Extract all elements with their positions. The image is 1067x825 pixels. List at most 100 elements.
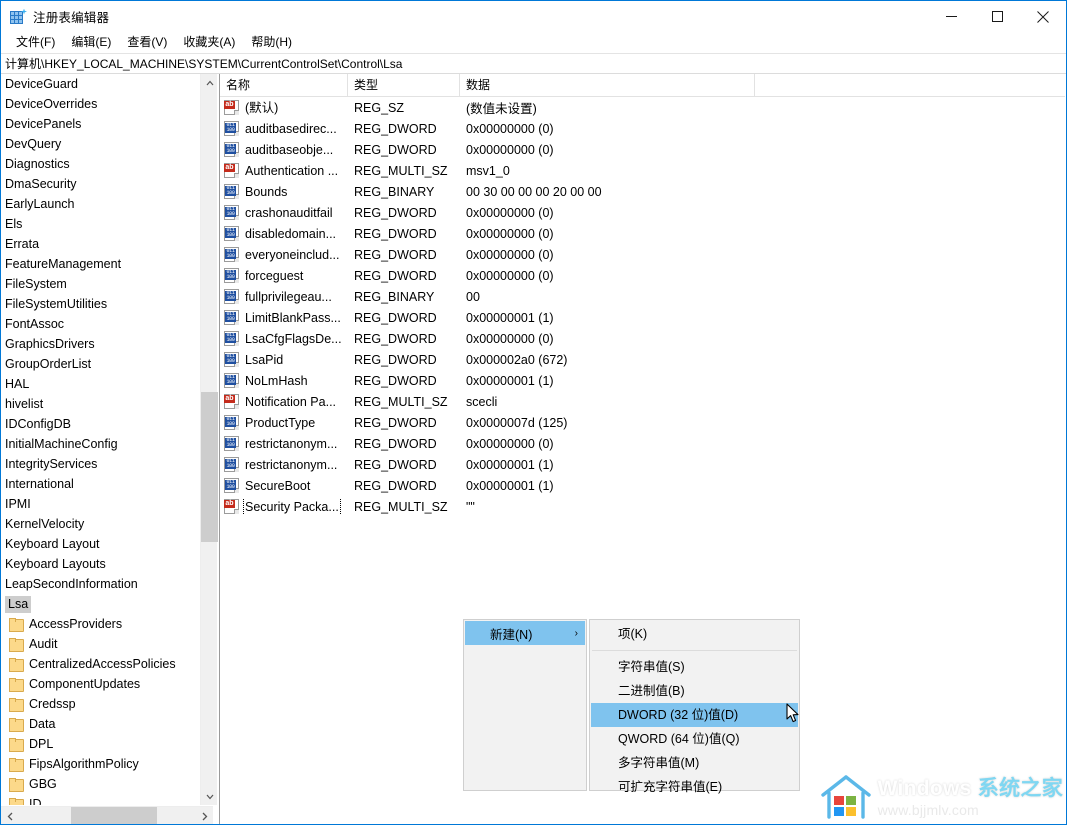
tree-item[interactable]: FeatureManagement <box>1 254 196 274</box>
tree-item[interactable]: Keyboard Layouts <box>1 554 196 574</box>
registry-value-row[interactable]: 011 100 crashonauditfail REG_DWORD 0x0000000… <box>220 202 1065 223</box>
tree-item-label: hivelist <box>5 396 44 411</box>
tree-item[interactable]: DevQuery <box>1 134 196 154</box>
value-type-cell: REG_DWORD <box>354 415 437 430</box>
registry-value-row[interactable]: 011 100 disabledomain... REG_DWORD 0x0000000… <box>220 223 1065 244</box>
context-submenu-item[interactable]: 可扩充字符串值(E) <box>591 775 798 799</box>
tree-item[interactable]: IDConfigDB <box>1 414 196 434</box>
scroll-up-icon[interactable] <box>201 74 218 91</box>
tree-item[interactable]: Lsa <box>1 594 196 614</box>
registry-value-row[interactable]: 011 100 auditbasedirec... REG_DWORD 0x000000… <box>220 118 1065 139</box>
tree-item[interactable]: KernelVelocity <box>1 514 196 534</box>
registry-value-row[interactable]: 011 100 ProductType REG_DWORD 0x0000007d (12… <box>220 412 1065 433</box>
registry-value-row[interactable]: 011 100 Bounds REG_BINARY 00 30 00 00 00 20 … <box>220 181 1065 202</box>
registry-value-row[interactable]: 011 100 LsaPid REG_DWORD 0x000002a0 (672) <box>220 349 1065 370</box>
tree-item[interactable]: Keyboard Layout <box>1 534 196 554</box>
tree-item[interactable]: Credssp <box>1 694 196 714</box>
registry-value-row[interactable]: ab Authentication ... REG_MULTI_SZ msv1_0 <box>220 160 1065 181</box>
tree-item[interactable]: HAL <box>1 374 196 394</box>
tree-item[interactable]: DmaSecurity <box>1 174 196 194</box>
menu-file[interactable]: 文件(F) <box>8 33 63 52</box>
registry-value-row[interactable]: 011 100 restrictanonym... REG_DWORD 0x000000… <box>220 454 1065 475</box>
tree-item[interactable]: DeviceGuard <box>1 74 196 94</box>
tree-item[interactable]: DevicePanels <box>1 114 196 134</box>
registry-value-row[interactable]: 011 100 LsaCfgFlagsDe... REG_DWORD 0x0000000… <box>220 328 1065 349</box>
registry-value-row[interactable]: 011 100 NoLmHash REG_DWORD 0x00000001 (1) <box>220 370 1065 391</box>
registry-value-row[interactable]: ab (默认) REG_SZ (数值未设置) <box>220 97 1065 118</box>
tree-item[interactable]: DeviceOverrides <box>1 94 196 114</box>
tree-item-label: FeatureManagement <box>5 256 122 271</box>
address-bar[interactable]: 计算机\HKEY_LOCAL_MACHINE\SYSTEM\CurrentCon… <box>1 53 1066 74</box>
context-submenu-item[interactable]: 多字符串值(M) <box>591 751 798 775</box>
tree-item[interactable]: InitialMachineConfig <box>1 434 196 454</box>
registry-value-row[interactable]: 011 100 everyoneinclud... REG_DWORD 0x000000… <box>220 244 1065 265</box>
context-submenu-item[interactable]: QWORD (64 位)值(Q) <box>591 727 798 751</box>
registry-value-row[interactable]: 011 100 LimitBlankPass... REG_DWORD 0x000000… <box>220 307 1065 328</box>
column-header-type[interactable]: 类型 <box>348 74 460 97</box>
tree-item[interactable]: Errata <box>1 234 196 254</box>
tree-item[interactable]: ComponentUpdates <box>1 674 196 694</box>
registry-value-row[interactable]: 011 100 SecureBoot REG_DWORD 0x00000001 (1) <box>220 475 1065 496</box>
value-name-cell: ab (默认) <box>220 100 348 116</box>
menu-favorites[interactable]: 收藏夹(A) <box>175 33 243 52</box>
value-type-cell: REG_MULTI_SZ <box>354 163 448 178</box>
value-name-text: ProductType <box>245 415 316 430</box>
column-header-data[interactable]: 数据 <box>460 74 755 97</box>
tree-item[interactable]: International <box>1 474 196 494</box>
minimize-button[interactable] <box>928 1 974 32</box>
tree-hscrollbar-thumb[interactable] <box>71 807 157 824</box>
tree-item[interactable]: Diagnostics <box>1 154 196 174</box>
tree-item[interactable]: FileSystem <box>1 274 196 294</box>
tree-item[interactable]: IPMI <box>1 494 196 514</box>
registry-value-row[interactable]: ab Notification Pa... REG_MULTI_SZ scecli <box>220 391 1065 412</box>
tree-item-label: FileSystem <box>5 276 67 291</box>
tree-item-label: Keyboard Layout <box>5 536 100 551</box>
registry-value-row[interactable]: ab Security Packa... REG_MULTI_SZ "" <box>220 496 1065 517</box>
folder-icon <box>9 718 24 732</box>
maximize-button[interactable] <box>974 1 1020 32</box>
column-header-name[interactable]: 名称 <box>220 74 348 97</box>
tree-horizontal-scrollbar[interactable] <box>1 806 213 824</box>
scroll-right-icon[interactable] <box>196 807 213 824</box>
tree-item[interactable]: FontAssoc <box>1 314 196 334</box>
tree-item[interactable]: EarlyLaunch <box>1 194 196 214</box>
tree-item[interactable]: Audit <box>1 634 196 654</box>
tree-item[interactable]: Data <box>1 714 196 734</box>
registry-value-row[interactable]: 011 100 auditbaseobje... REG_DWORD 0x0000000… <box>220 139 1065 160</box>
context-menu-item-new[interactable]: 新建(N) › <box>465 621 585 645</box>
tree-item[interactable]: CentralizedAccessPolicies <box>1 654 196 674</box>
scroll-left-icon[interactable] <box>1 807 18 824</box>
tree-item-label: LeapSecondInformation <box>5 576 138 591</box>
tree-item[interactable]: GroupOrderList <box>1 354 196 374</box>
tree-item[interactable]: GBG <box>1 774 196 794</box>
registry-value-row[interactable]: 011 100 restrictanonym... REG_DWORD 0x000000… <box>220 433 1065 454</box>
tree-item[interactable]: GraphicsDrivers <box>1 334 196 354</box>
context-submenu-item[interactable]: 项(K) <box>591 622 798 646</box>
menu-help[interactable]: 帮助(H) <box>243 33 300 52</box>
tree-item-label: Keyboard Layouts <box>5 556 106 571</box>
tree-item[interactable]: IntegrityServices <box>1 454 196 474</box>
value-name-text: everyoneinclud... <box>245 247 340 262</box>
tree-vertical-scrollbar[interactable] <box>200 74 218 805</box>
context-submenu-item[interactable]: 二进制值(B) <box>591 679 798 703</box>
scroll-down-icon[interactable] <box>201 788 218 805</box>
context-submenu-item[interactable]: 字符串值(S) <box>591 655 798 679</box>
tree-item[interactable]: ID <box>1 794 196 805</box>
tree-item[interactable]: Els <box>1 214 196 234</box>
tree-item[interactable]: DPL <box>1 734 196 754</box>
registry-value-row[interactable]: 011 100 fullprivilegeau... REG_BINARY 00 <box>220 286 1065 307</box>
menu-edit[interactable]: 编辑(E) <box>63 33 119 52</box>
tree-item-label: Data <box>29 716 56 731</box>
registry-value-row[interactable]: 011 100 forceguest REG_DWORD 0x00000000 (0) <box>220 265 1065 286</box>
value-type-cell: REG_DWORD <box>354 142 437 157</box>
close-button[interactable] <box>1020 1 1066 32</box>
menu-view[interactable]: 查看(V) <box>119 33 175 52</box>
tree-scrollbar-thumb[interactable] <box>201 392 218 542</box>
tree-item[interactable]: FileSystemUtilities <box>1 294 196 314</box>
tree-item[interactable]: AccessProviders <box>1 614 196 634</box>
context-submenu-item[interactable]: DWORD (32 位)值(D) <box>591 703 798 727</box>
tree-item[interactable]: FipsAlgorithmPolicy <box>1 754 196 774</box>
tree-item-label: DPL <box>29 736 54 751</box>
tree-item[interactable]: hivelist <box>1 394 196 414</box>
tree-item[interactable]: LeapSecondInformation <box>1 574 196 594</box>
